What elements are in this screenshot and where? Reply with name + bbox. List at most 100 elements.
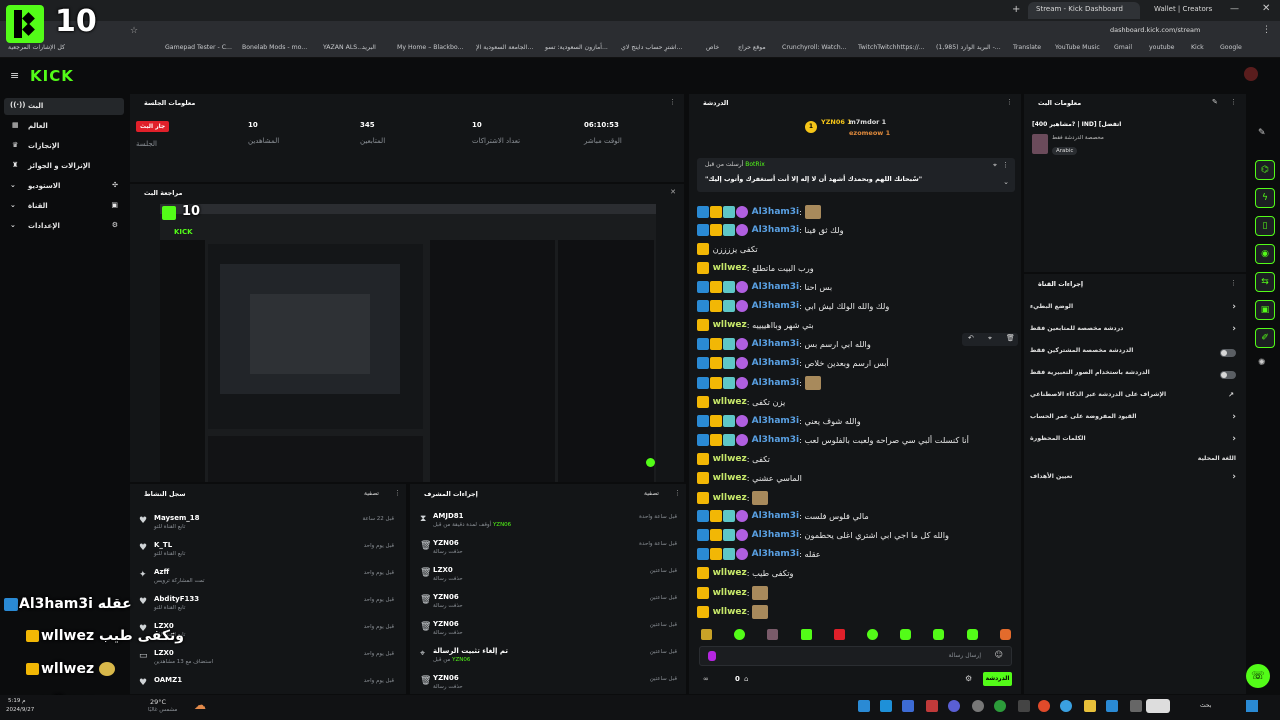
panel-menu-icon[interactable]: ⋮ [674, 489, 681, 497]
chat-message[interactable]: Al3ham3i: عقله [697, 547, 1017, 567]
kick-logo[interactable]: KICK [30, 67, 74, 85]
control-account-age[interactable]: القيود المفروضة على عمر الحساب › [1030, 412, 1240, 431]
chat-username[interactable]: Al3ham3i [752, 282, 800, 292]
bookmark[interactable]: TwitchTwitchhttps://... [858, 44, 925, 51]
app-icon[interactable] [1106, 700, 1118, 712]
chat-username[interactable]: Al3ham3i [752, 301, 800, 311]
app-icon[interactable] [1130, 700, 1142, 712]
clip-icon[interactable]: ▯ [1255, 216, 1275, 236]
send-chat-button[interactable]: الدردشة [983, 672, 1012, 686]
chat-username[interactable]: Al3ham3i [752, 511, 800, 521]
control-subscribers-only[interactable]: الدردشة مخصصة المشتركين فقط [1030, 347, 1240, 365]
sidebar-item-achievements[interactable]: ♛ الإنجازات [4, 138, 124, 155]
chat-input[interactable]: إرسال رسالة ☺ [699, 646, 1012, 666]
raid-icon[interactable]: ⇆ [1255, 272, 1275, 292]
sidebar-item-studio[interactable]: ⌄ الاستوديو ✣ [4, 178, 124, 195]
filter-button[interactable]: تصفية [644, 490, 659, 497]
sidebar-item-settings[interactable]: ⌄ الإعدادات ⚙ [4, 218, 124, 235]
app-icon[interactable] [948, 700, 960, 712]
app-icon[interactable] [1060, 700, 1072, 712]
emote-icon[interactable] [933, 629, 944, 640]
app-icon[interactable] [1018, 700, 1030, 712]
bookmark[interactable]: YAZAN ALS... [323, 44, 363, 51]
control-local-language[interactable]: اللغة المحلية [1030, 455, 1240, 473]
chat-username[interactable]: Al3ham3i [752, 416, 800, 426]
chat-username[interactable]: Al3ham3i [752, 435, 800, 445]
panel-menu-icon[interactable]: ⋮ [669, 98, 676, 106]
chat-username[interactable]: Al3ham3i [752, 549, 800, 559]
emote-icon[interactable] [701, 629, 712, 640]
chat-message[interactable]: wllwez: وتكفى طيب [697, 566, 1017, 586]
chat-message[interactable]: wllwez: يزن تكفى [697, 395, 1017, 415]
hamburger-menu-icon[interactable]: ≡ [10, 69, 19, 82]
chat-username[interactable]: wllwez [713, 607, 747, 617]
avatar[interactable] [1244, 67, 1258, 81]
chat-message[interactable]: wllwez: تكفى [697, 452, 1017, 472]
emote-icon[interactable] [967, 629, 978, 640]
sidebar-item-channel[interactable]: ⌄ القناة ▣ [4, 198, 124, 215]
chat-username[interactable]: Al3ham3i [752, 207, 800, 217]
pinned-message[interactable]: أرسلت من قبل BotRix "سُبحانك اللهم وبحمد… [697, 158, 1015, 192]
bookmark[interactable]: اشترِ حساب دايتج لاي... [621, 44, 682, 51]
chat-username[interactable]: wllwez [713, 454, 747, 464]
app-icon[interactable] [880, 700, 892, 712]
emote-icon[interactable] [900, 629, 911, 640]
bookmark[interactable]: موقع حراج [738, 44, 766, 51]
top-gifter[interactable]: YZN06 1 [821, 118, 852, 126]
bookmark[interactable]: Bonelab Mods - mo... [242, 44, 307, 51]
pin-icon[interactable]: ⌖ [993, 161, 997, 170]
panel-menu-icon[interactable]: ⋮ [1006, 98, 1013, 106]
chat-message[interactable]: wllwez: ورب البيت ماتطلع [697, 262, 1017, 281]
chat-message[interactable]: Al3ham3i: [697, 376, 1017, 395]
sidebar-item-stream[interactable]: ((·)) البث [4, 98, 124, 115]
bookmark[interactable]: Google [1220, 44, 1242, 51]
all-bookmarks[interactable]: كل الإشارات المرجعية [8, 44, 65, 51]
chat-message[interactable]: wllwez: [697, 605, 1017, 624]
chevron-down-icon[interactable]: ⌄ [1003, 178, 1009, 186]
search-label[interactable]: بحث [1200, 702, 1211, 709]
chat-bubble-icon[interactable]: ◉ [1255, 244, 1275, 264]
bookmark[interactable]: Gmail [1114, 44, 1132, 51]
bookmark[interactable]: الجامعة السعودية الإ... [476, 44, 533, 51]
menu-dots-icon[interactable]: ⋮ [1262, 25, 1271, 35]
support-chat-icon[interactable]: ☏ [1246, 664, 1270, 688]
edit-icon[interactable]: ✎ [1212, 98, 1218, 106]
stream-preview-video[interactable]: 10 KICK [160, 204, 656, 482]
new-tab-icon[interactable]: + [1012, 4, 1020, 15]
folder-icon[interactable] [1084, 700, 1096, 712]
top-gifter[interactable]: m7mdor 1 [849, 118, 886, 126]
app-icon[interactable] [902, 700, 914, 712]
bookmark-star-icon[interactable]: ☆ [130, 26, 138, 36]
sidebar-item-drops[interactable]: ♜ الإنزالات و الجوائز [4, 158, 124, 175]
chat-username[interactable]: Al3ham3i [752, 225, 800, 235]
list-item[interactable]: ▭ LZX0 استضاف مع 13 مشاهدين قبل يوم واحد [136, 649, 402, 676]
emote-icon[interactable] [834, 629, 845, 640]
save-icon[interactable]: ▣ [1255, 300, 1275, 320]
chat-message[interactable]: Al3ham3i: بس احنا [697, 281, 1017, 300]
emoji-icon[interactable]: ☺ [995, 650, 1003, 659]
settings-icon[interactable]: ✺ [1258, 358, 1266, 368]
chat-username[interactable]: Al3ham3i [752, 358, 800, 368]
search-box[interactable] [1146, 699, 1170, 713]
chat-message[interactable]: Al3ham3i: أبس ارسم وبعدين خلاص [697, 357, 1017, 376]
chat-settings-icon[interactable]: ⚙ [965, 674, 972, 683]
panel-menu-icon[interactable]: ⋮ [394, 489, 401, 497]
list-item[interactable]: ♥ AbdityF133 تابع القناة للتو قبل يوم واحد [136, 595, 402, 622]
list-item[interactable]: ♥ OAMZ1 قبل يوم واحد [136, 676, 402, 694]
control-followers-only[interactable]: دردشة مخصصة للمتابعين فقط › [1030, 324, 1240, 343]
url-field[interactable]: dashboard.kick.com/stream [1110, 26, 1200, 34]
mod-item[interactable]: 🗑 YZN06 حذفت رسالة قبل ساعتين [417, 593, 685, 620]
chat-message[interactable]: Al3ham3i: [697, 205, 1017, 224]
tab-stream[interactable]: Stream - Kick Dashboard [1028, 2, 1140, 19]
emotes-only-toggle[interactable] [1220, 371, 1236, 379]
bookmark[interactable]: Gamepad Tester - C... [165, 44, 232, 51]
chat-message[interactable]: wllwez: [697, 490, 1017, 510]
bookmark[interactable]: (1,985) البريد الوارد -... [936, 44, 1001, 51]
chat-username[interactable]: wllwez [713, 263, 747, 273]
subscribers-only-toggle[interactable] [1220, 349, 1236, 357]
sidebar-item-world[interactable]: ▦ العالم [4, 118, 124, 135]
emote-icon[interactable] [767, 629, 778, 640]
bookmark[interactable]: أمازون السعودية: تسو... [545, 44, 608, 51]
chat-username[interactable]: wllwez [713, 493, 747, 503]
emote-picker-icon[interactable] [708, 651, 716, 661]
